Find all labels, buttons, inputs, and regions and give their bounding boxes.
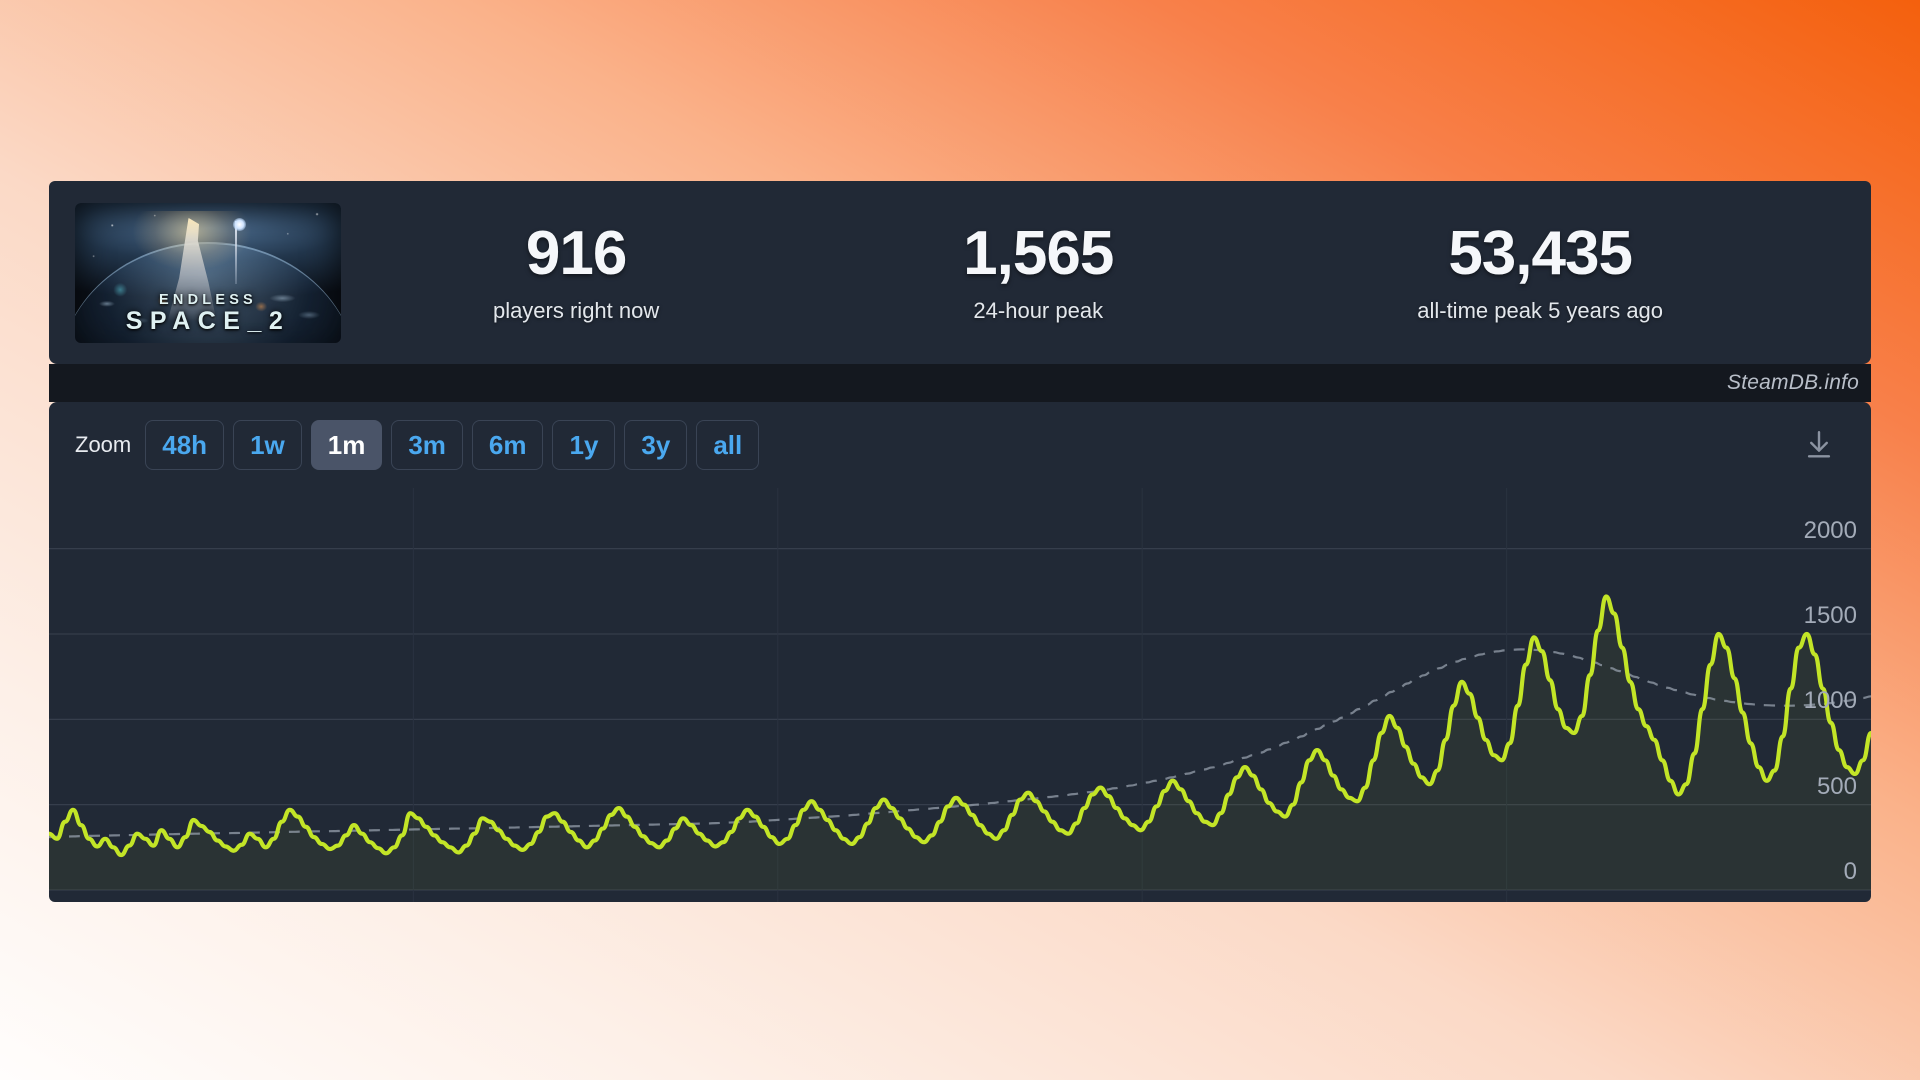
zoom-range-3y[interactable]: 3y <box>624 420 688 470</box>
zoom-range-48h[interactable]: 48h <box>145 420 225 470</box>
download-chart-button[interactable] <box>1797 423 1841 467</box>
players-online-line-chart <box>49 488 1871 902</box>
stat-value: 1,565 <box>963 218 1114 288</box>
stat-24-hour-peak: 1,565 24-hour peak <box>963 218 1114 324</box>
zoom-range-1m[interactable]: 1m <box>310 420 383 470</box>
game-logo-line2: SPACE_2 <box>125 307 291 335</box>
zoom-label: Zoom <box>75 432 132 457</box>
game-header: ENDLESS SPACE_2 916 players right now 1,… <box>49 181 1871 364</box>
stat-players-right-now: 916 players right now <box>493 221 659 324</box>
steamdb-watermark: SteamDB.info <box>1727 371 1859 394</box>
game-logo-line1: ENDLESS <box>159 291 257 308</box>
zoom-range-1y[interactable]: 1y <box>552 420 616 470</box>
watermark-strip: SteamDB.info <box>49 364 1871 402</box>
zoom-range-toolbar: Zoom 48h 1w 1m 3m 6m 1y 3y all <box>49 402 1871 488</box>
stat-label: all-time peak 5 years ago <box>1417 298 1664 324</box>
zoom-button-group: 48h 1w 1m 3m 6m 1y 3y all <box>145 420 768 470</box>
zoom-range-1w[interactable]: 1w <box>233 420 302 470</box>
stat-label: players right now <box>492 298 660 324</box>
download-icon <box>1807 431 1831 458</box>
stat-value: 916 <box>525 218 627 288</box>
stat-label: 24-hour peak <box>973 298 1104 324</box>
stats-row: 916 players right now 1,565 24-hour peak… <box>341 221 1851 324</box>
chart-plot-area[interactable]: 0 500 1000 1500 2000 <box>49 488 1871 902</box>
zoom-range-3m[interactable]: 3m <box>391 420 463 470</box>
steamdb-chart-card: ENDLESS SPACE_2 916 players right now 1,… <box>49 181 1871 902</box>
game-logo: ENDLESS SPACE_2 <box>75 291 341 336</box>
stat-value: 53,435 <box>1448 218 1633 288</box>
players-chart-panel: Zoom 48h 1w 1m 3m 6m 1y 3y all 0 500 1000 1500 2000 <box>49 402 1871 902</box>
zoom-range-6m[interactable]: 6m <box>471 420 544 470</box>
stat-all-time-peak: 53,435 all-time peak 5 years ago <box>1417 221 1663 324</box>
game-capsule-image[interactable]: ENDLESS SPACE_2 <box>75 202 341 343</box>
zoom-range-all[interactable]: all <box>696 420 760 470</box>
